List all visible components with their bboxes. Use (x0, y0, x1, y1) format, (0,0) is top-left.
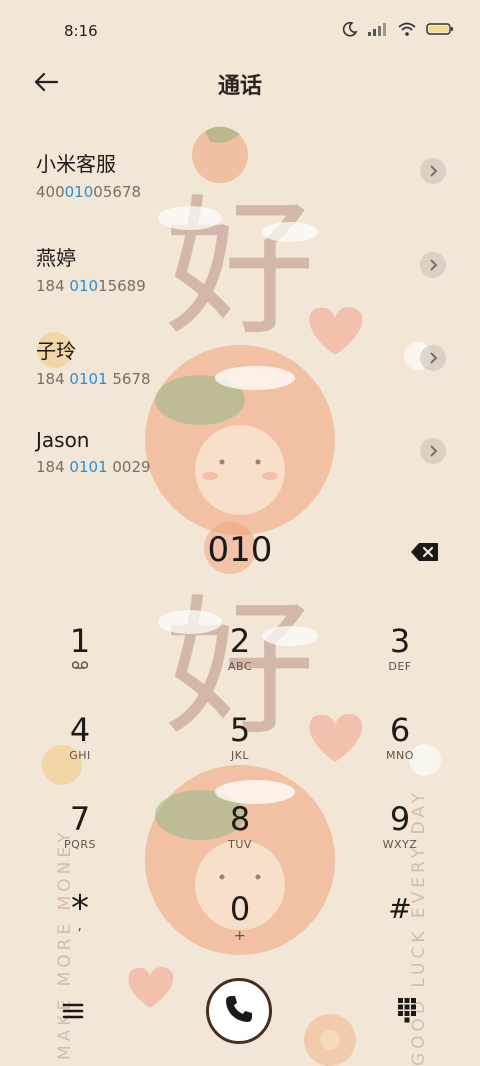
contact-detail-button[interactable] (420, 438, 446, 464)
contact-detail-button[interactable] (420, 252, 446, 278)
menu-button[interactable] (58, 996, 88, 1026)
contact-name: 小米客服 (36, 152, 116, 176)
contact-item[interactable]: 子玲 184 0101 5678 (36, 335, 446, 405)
key-2[interactable]: 2 ABC (185, 622, 295, 696)
status-bar: 8:16 (0, 0, 480, 62)
key-hash[interactable]: # (345, 890, 455, 964)
contact-number: 184 0101 5678 (36, 370, 151, 388)
key-1[interactable]: 1 (25, 622, 135, 696)
contact-number: 184 0101 0029 (36, 458, 151, 476)
chevron-right-icon (428, 349, 438, 368)
contact-name: 子玲 (36, 339, 76, 363)
bottom-action-bar (0, 978, 480, 1048)
contact-name: Jason (36, 428, 90, 452)
moon-icon (342, 21, 358, 41)
phone-icon (223, 993, 255, 1029)
menu-icon (58, 1003, 88, 1030)
wifi-icon (398, 22, 416, 40)
page-title: 通话 (217, 74, 262, 99)
dialpad-icon (392, 998, 422, 1028)
voicemail-icon (25, 660, 135, 673)
key-8[interactable]: 8 TUV (185, 800, 295, 874)
backspace-button[interactable] (410, 542, 442, 564)
dialed-number[interactable]: 010 (0, 530, 480, 570)
chevron-right-icon (428, 442, 438, 461)
top-bar: 通话 (0, 62, 480, 106)
signal-icon (368, 22, 388, 40)
dial-input-row: 010 (0, 530, 480, 580)
contact-item[interactable]: 燕婷 184 01015689 (36, 242, 446, 312)
key-3[interactable]: 3 DEF (345, 622, 455, 696)
key-5[interactable]: 5 JKL (185, 711, 295, 785)
chevron-right-icon (428, 256, 438, 275)
call-button[interactable] (206, 978, 272, 1044)
contact-item[interactable]: Jason 184 0101 0029 (36, 428, 446, 498)
contact-detail-button[interactable] (420, 158, 446, 184)
key-9[interactable]: 9 WXYZ (345, 800, 455, 874)
backspace-icon (410, 543, 440, 566)
chevron-right-icon (428, 162, 438, 181)
contact-detail-button[interactable] (420, 345, 446, 371)
contact-number: 40001005678 (36, 183, 141, 201)
key-4[interactable]: 4 GHI (25, 711, 135, 785)
key-7[interactable]: 7 PQRS (25, 800, 135, 874)
contact-item[interactable]: 小米客服 40001005678 (36, 148, 446, 218)
keypad-toggle-button[interactable] (392, 994, 422, 1024)
battery-icon (426, 22, 454, 40)
key-6[interactable]: 6 MNO (345, 711, 455, 785)
contact-number: 184 01015689 (36, 277, 146, 295)
contact-name: 燕婷 (36, 246, 76, 270)
status-time: 8:16 (64, 22, 98, 40)
key-0[interactable]: 0 + (185, 890, 295, 964)
key-star[interactable]: * , (25, 890, 135, 964)
